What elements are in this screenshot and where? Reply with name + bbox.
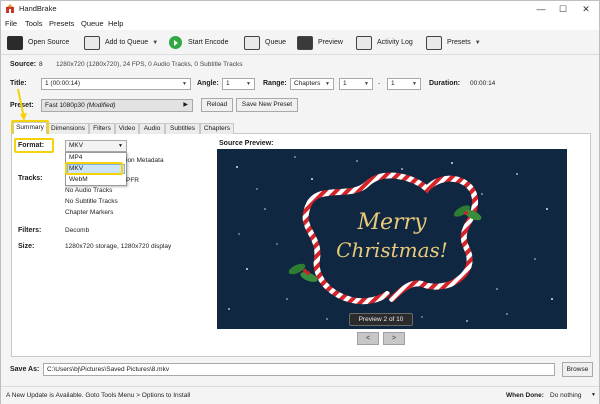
chevron-down-icon: ▼ (591, 392, 596, 398)
range-type-select[interactable]: Chapters ▼ (290, 78, 334, 90)
minimize-button[interactable]: — (531, 3, 551, 15)
framerate-option[interactable]: PFR (126, 177, 139, 184)
reload-button[interactable]: Reload (201, 98, 233, 112)
callout-arrow (17, 88, 27, 121)
title-select[interactable]: 1 (00:00:14) ▼ (41, 78, 191, 90)
menu-bar: File Tools Presets Queue Help (1, 17, 599, 30)
when-done-select[interactable]: Do nothing (550, 392, 581, 399)
source-preview-title: Source Preview: (219, 140, 274, 147)
activity-log-icon (356, 35, 372, 50)
handbrake-logo-icon (6, 4, 14, 13)
save-as-label: Save As: (10, 366, 40, 373)
chevron-right-icon: ▶ (183, 102, 188, 108)
queue-button[interactable]: Queue (244, 33, 286, 52)
queue-icon (244, 35, 260, 50)
duration-label: Duration: (429, 80, 461, 87)
chevron-down-icon: ▼ (364, 81, 369, 87)
format-select[interactable]: MKV ▼ (65, 140, 127, 152)
menu-file[interactable]: File (5, 19, 17, 28)
filters-value: Decomb (65, 227, 90, 234)
greeting-line-1: Merry (356, 210, 427, 235)
range-start-select[interactable]: 1 ▼ (339, 78, 373, 90)
chapter-markers-value: Chapter Markers (65, 209, 114, 216)
next-preview-button[interactable]: > (383, 332, 405, 345)
format-option-webm[interactable]: WebM (69, 176, 88, 183)
filters-label: Filters: (18, 227, 42, 234)
add-queue-icon (84, 35, 100, 50)
previous-preview-button[interactable]: < (357, 332, 379, 345)
when-done-label: When Done: (506, 392, 544, 399)
format-label: Format: (18, 142, 45, 149)
title-bar: HandBrake — ☐ ✕ (1, 1, 599, 17)
source-index: 8 (39, 61, 43, 68)
chevron-down-icon: ▼ (474, 39, 481, 46)
presets-icon (426, 35, 442, 50)
angle-label: Angle: (197, 80, 219, 87)
tab-video[interactable]: Video (115, 123, 139, 134)
menu-queue[interactable]: Queue (81, 19, 104, 28)
preview-screen-icon (297, 35, 313, 50)
range-label: Range: (263, 80, 287, 87)
maximize-button[interactable]: ☐ (553, 3, 573, 15)
preview-button[interactable]: Preview (297, 33, 343, 52)
passthru-metadata-option[interactable]: ion Metadata (126, 157, 164, 164)
menu-presets[interactable]: Presets (49, 19, 74, 28)
size-value: 1280x720 storage, 1280x720 display (65, 243, 172, 250)
size-label: Size: (18, 243, 35, 250)
handbrake-window: HandBrake — ☐ ✕ File Tools Presets Queue… (0, 0, 600, 404)
close-button[interactable]: ✕ (576, 3, 596, 15)
chevron-down-icon: ▼ (118, 143, 123, 149)
greeting-line-2: Christmas! (336, 238, 448, 262)
open-source-button[interactable]: Open Source (7, 33, 69, 52)
chevron-down-icon: ▼ (152, 39, 159, 46)
angle-select[interactable]: 1 ▼ (222, 78, 255, 90)
chevron-down-icon: ▼ (182, 81, 187, 87)
save-as-path-input[interactable]: C:\Users\bj\Pictures\Saved Pictures\8.mk… (43, 363, 555, 376)
save-new-preset-button[interactable]: Save New Preset (236, 98, 298, 112)
status-bar: A New Update is Available. Goto Tools Me… (1, 386, 599, 404)
duration-value: 00:00:14 (470, 80, 496, 87)
chevron-down-icon: ▼ (412, 81, 417, 87)
christmas-card-image: Merry Christmas! (228, 156, 553, 322)
subtitle-tracks-value: No Subtitle Tracks (65, 198, 118, 205)
tab-filters[interactable]: Filters (89, 123, 115, 134)
menu-tools[interactable]: Tools (25, 19, 43, 28)
format-option-mp4[interactable]: MP4 (69, 154, 82, 161)
chevron-down-icon: ▼ (246, 81, 251, 87)
source-label: Source: (10, 61, 37, 68)
activity-log-button[interactable]: Activity Log (356, 33, 413, 52)
browse-button[interactable]: Browse (562, 362, 593, 377)
title-label: Title: (10, 80, 27, 87)
update-notice[interactable]: A New Update is Available. Goto Tools Me… (6, 392, 190, 399)
audio-tracks-value: No Audio Tracks (65, 187, 113, 194)
range-end-select[interactable]: 1 ▼ (387, 78, 421, 90)
tab-audio[interactable]: Audio (139, 123, 165, 134)
tab-dimensions[interactable]: Dimensions (47, 123, 89, 134)
tab-subtitles[interactable]: Subtitles (165, 123, 200, 134)
window-title: HandBrake (19, 4, 57, 13)
range-separator: - (378, 80, 381, 87)
menu-help[interactable]: Help (108, 19, 123, 28)
film-clapper-icon (7, 35, 23, 50)
chevron-down-icon: ▼ (325, 81, 330, 87)
preview-image: Merry Christmas! (217, 149, 567, 329)
start-encode-button[interactable]: Start Encode (169, 33, 228, 52)
tab-chapters[interactable]: Chapters (200, 123, 234, 134)
preview-counter: Preview 2 of 10 (349, 313, 413, 326)
preset-selector[interactable]: Fast 1080p30 (Modified) ▶ (41, 99, 193, 112)
tab-summary[interactable]: Summary (13, 122, 47, 134)
presets-button[interactable]: Presets ▼ (426, 33, 481, 52)
format-dropdown-list: MP4 MKV WebM (65, 152, 127, 186)
add-to-queue-button[interactable]: Add to Queue ▼ (84, 33, 158, 52)
source-info: 1280x720 (1280x720), 24 FPS, 0 Audio Tra… (56, 61, 243, 68)
play-icon (169, 36, 182, 49)
format-option-mkv[interactable]: MKV (69, 165, 83, 172)
toolbar: Open Source Add to Queue ▼ Start Encode … (1, 30, 599, 55)
tracks-label: Tracks: (18, 175, 43, 182)
